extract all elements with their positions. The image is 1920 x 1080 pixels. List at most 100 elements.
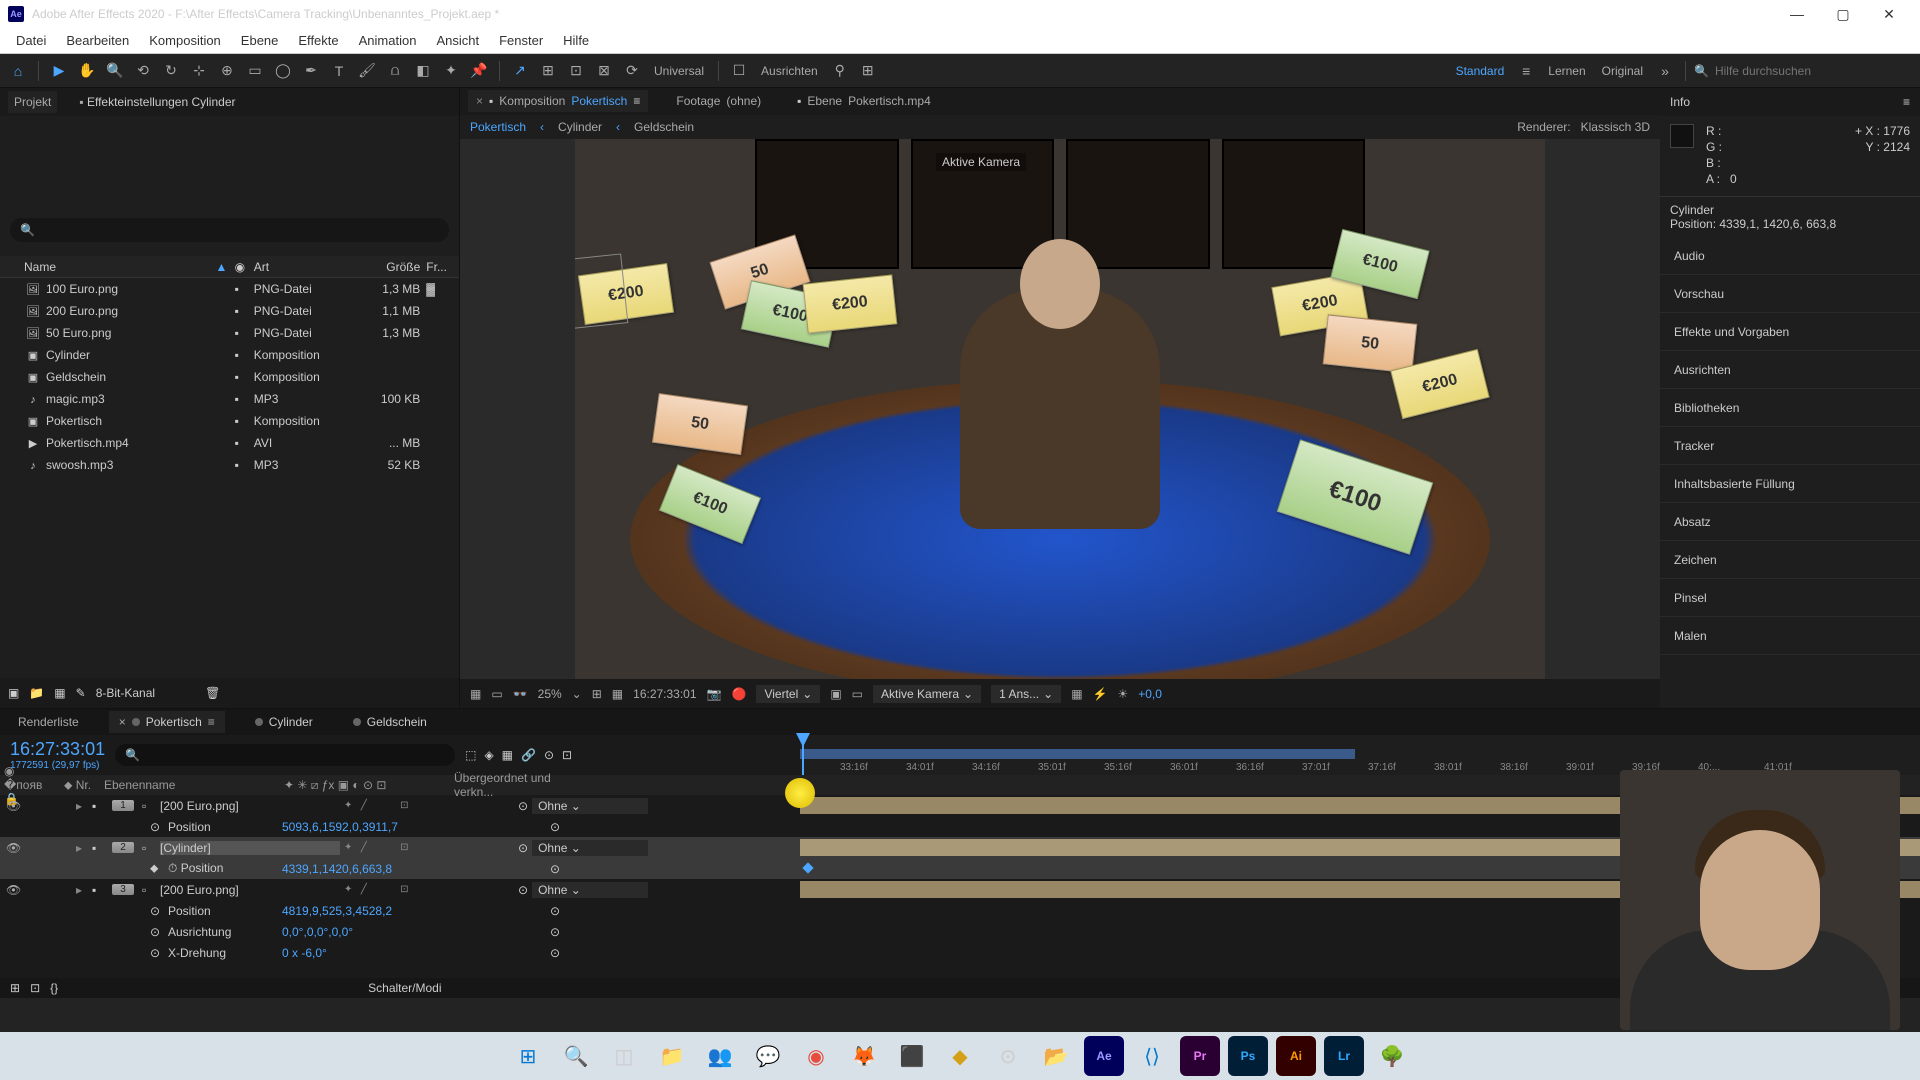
universal-icon[interactable]: ⟳ bbox=[620, 59, 644, 83]
info-panel-title[interactable]: Info bbox=[1670, 95, 1690, 109]
project-item[interactable]: 🖼50 Euro.png▪PNG-Datei1,3 MB bbox=[0, 322, 459, 344]
bc-pokertisch[interactable]: Pokertisch bbox=[470, 120, 526, 134]
time-ruler[interactable]: 33:16f34:01f34:16f35:01f35:16f36:01f36:1… bbox=[800, 735, 1920, 775]
bit-depth[interactable]: 8-Bit-Kanal bbox=[96, 686, 155, 700]
tab-renderliste[interactable]: Renderliste bbox=[8, 711, 89, 733]
maximize-button[interactable]: ▢ bbox=[1820, 0, 1866, 28]
photoshop-icon[interactable]: Ps bbox=[1228, 1036, 1268, 1076]
grid-icon[interactable]: ⊞ bbox=[592, 687, 602, 701]
eraser-tool-icon[interactable]: ◧ bbox=[411, 59, 435, 83]
snap-options-icon[interactable]: ⚲ bbox=[828, 59, 852, 83]
views-select[interactable]: 1 Ans... ⌄ bbox=[991, 685, 1061, 703]
folder-icon[interactable]: 📁 bbox=[29, 686, 44, 700]
project-search[interactable]: 🔍 bbox=[10, 218, 449, 242]
whatsapp-icon[interactable]: 💬 bbox=[748, 1036, 788, 1076]
teams-icon[interactable]: 👥 bbox=[700, 1036, 740, 1076]
menu-fenster[interactable]: Fenster bbox=[489, 29, 553, 52]
composition-viewer[interactable]: €200 50 €100 €200 50 €100 €200 €100 50 €… bbox=[460, 139, 1660, 679]
project-item[interactable]: ▣Cylinder▪Komposition bbox=[0, 344, 459, 366]
camera-tool-icon[interactable]: ⊹ bbox=[187, 59, 211, 83]
menu-ebene[interactable]: Ebene bbox=[231, 29, 289, 52]
start-icon[interactable]: ⊞ bbox=[508, 1036, 548, 1076]
project-item[interactable]: ♪swoosh.mp3▪MP352 KB bbox=[0, 454, 459, 476]
channel-icon[interactable]: 🔴 bbox=[732, 687, 747, 701]
tl-icon-4[interactable]: 🔗 bbox=[521, 748, 536, 762]
app-icon-green[interactable]: 🌳 bbox=[1372, 1036, 1412, 1076]
tl-icon-6[interactable]: ⊡ bbox=[562, 748, 572, 762]
rotate-tool-icon[interactable]: ↻ bbox=[159, 59, 183, 83]
rect-tool-icon[interactable]: ▭ bbox=[243, 59, 267, 83]
axis-local-icon[interactable]: ⊞ bbox=[536, 59, 560, 83]
minimize-button[interactable]: — bbox=[1774, 0, 1820, 28]
app-icon-gold[interactable]: ◆ bbox=[940, 1036, 980, 1076]
menu-animation[interactable]: Animation bbox=[349, 29, 427, 52]
search-icon[interactable]: 🔍 bbox=[556, 1036, 596, 1076]
vscode-icon[interactable]: ⟨⟩ bbox=[1132, 1036, 1172, 1076]
ellipse-tool-icon[interactable]: ◯ bbox=[271, 59, 295, 83]
premiere-icon[interactable]: Pr bbox=[1180, 1036, 1220, 1076]
tl-icon-1[interactable]: ⬚ bbox=[465, 748, 476, 762]
tab-tl-geldschein[interactable]: Geldschein bbox=[343, 711, 437, 733]
menu-bearbeiten[interactable]: Bearbeiten bbox=[56, 29, 139, 52]
anchor-tool-icon[interactable]: ⊕ bbox=[215, 59, 239, 83]
project-item[interactable]: ▶Pokertisch.mp4▪AVI... MB bbox=[0, 432, 459, 454]
panel-malen[interactable]: Malen bbox=[1660, 617, 1920, 655]
illustrator-icon[interactable]: Ai bbox=[1276, 1036, 1316, 1076]
folder-icon[interactable]: 📂 bbox=[1036, 1036, 1076, 1076]
menu-komposition[interactable]: Komposition bbox=[139, 29, 231, 52]
selection-tool-icon[interactable]: ▶ bbox=[47, 59, 71, 83]
project-item[interactable]: ▣Geldschein▪Komposition bbox=[0, 366, 459, 388]
quality-select[interactable]: Viertel ⌄ bbox=[756, 685, 820, 703]
hand-tool-icon[interactable]: ✋ bbox=[75, 59, 99, 83]
workspace-menu-icon[interactable]: ≡ bbox=[1514, 59, 1538, 83]
stamp-tool-icon[interactable]: ⩍ bbox=[383, 59, 407, 83]
explorer-icon[interactable]: 📁 bbox=[652, 1036, 692, 1076]
project-list[interactable]: Name ▲ ◉ Art Größe Fr... 🖼100 Euro.png▪P… bbox=[0, 256, 459, 678]
camera-select[interactable]: Aktive Kamera ⌄ bbox=[873, 685, 981, 703]
axis-mode-icon[interactable]: ↗ bbox=[508, 59, 532, 83]
zoom-tool-icon[interactable]: 🔍 bbox=[103, 59, 127, 83]
tab-effekteinstellungen[interactable]: ▪ Effekteinstellungen Cylinder bbox=[73, 91, 241, 113]
exposure-icon[interactable]: ☀ bbox=[1117, 687, 1128, 701]
sort-icon[interactable]: ▲ bbox=[215, 260, 234, 274]
roto-tool-icon[interactable]: ✦ bbox=[439, 59, 463, 83]
panel-bibliotheken[interactable]: Bibliotheken bbox=[1660, 389, 1920, 427]
menu-datei[interactable]: Datei bbox=[6, 29, 56, 52]
project-item[interactable]: ▣Pokertisch▪Komposition bbox=[0, 410, 459, 432]
col-name[interactable]: Name bbox=[4, 260, 215, 274]
mask-icon[interactable]: 👓 bbox=[513, 687, 528, 701]
orbit-tool-icon[interactable]: ⟲ bbox=[131, 59, 155, 83]
app-icon-red[interactable]: ◉ bbox=[796, 1036, 836, 1076]
panel-tracker[interactable]: Tracker bbox=[1660, 427, 1920, 465]
tab-footage[interactable]: Footage (ohne) bbox=[668, 90, 769, 112]
panel-pinsel[interactable]: Pinsel bbox=[1660, 579, 1920, 617]
close-tab-icon[interactable]: × bbox=[476, 94, 483, 108]
menu-hilfe[interactable]: Hilfe bbox=[553, 29, 599, 52]
guides-icon[interactable]: ▦ bbox=[612, 687, 623, 701]
tab-tl-cylinder[interactable]: Cylinder bbox=[245, 711, 323, 733]
current-time[interactable]: 16:27:33:01 bbox=[10, 739, 105, 760]
exposure-value[interactable]: +0,0 bbox=[1138, 687, 1162, 701]
tl-foot-icon-1[interactable]: ⊞ bbox=[10, 981, 20, 995]
workspace-overflow-icon[interactable]: » bbox=[1653, 59, 1677, 83]
menu-effekte[interactable]: Effekte bbox=[288, 29, 348, 52]
timecode[interactable]: 16:27:33:01 bbox=[633, 687, 696, 701]
alpha-icon[interactable]: ▦ bbox=[470, 687, 481, 701]
renderer-select[interactable]: Klassisch 3D bbox=[1581, 120, 1650, 134]
type-tool-icon[interactable]: T bbox=[327, 59, 351, 83]
panel-menu-icon[interactable]: ≡ bbox=[1903, 95, 1910, 109]
panel-absatz[interactable]: Absatz bbox=[1660, 503, 1920, 541]
project-item[interactable]: 🖼200 Euro.png▪PNG-Datei1,1 MB bbox=[0, 300, 459, 322]
interpret-icon[interactable]: ▣ bbox=[8, 686, 19, 700]
workspace-standard[interactable]: Standard bbox=[1450, 64, 1511, 78]
col-label-icon[interactable]: ◉ bbox=[235, 260, 254, 274]
tl-icon-5[interactable]: ⊙ bbox=[544, 748, 554, 762]
firefox-icon[interactable]: 🦊 bbox=[844, 1036, 884, 1076]
snapshot-icon[interactable]: 📷 bbox=[707, 687, 722, 701]
playhead[interactable] bbox=[802, 735, 804, 775]
project-item[interactable]: ♪magic.mp3▪MP3100 KB bbox=[0, 388, 459, 410]
tl-foot-icon-3[interactable]: {} bbox=[50, 981, 58, 995]
panel-vorschau[interactable]: Vorschau bbox=[1660, 275, 1920, 313]
lightroom-icon[interactable]: Lr bbox=[1324, 1036, 1364, 1076]
panel-inhaltsbasierte-füllung[interactable]: Inhaltsbasierte Füllung bbox=[1660, 465, 1920, 503]
